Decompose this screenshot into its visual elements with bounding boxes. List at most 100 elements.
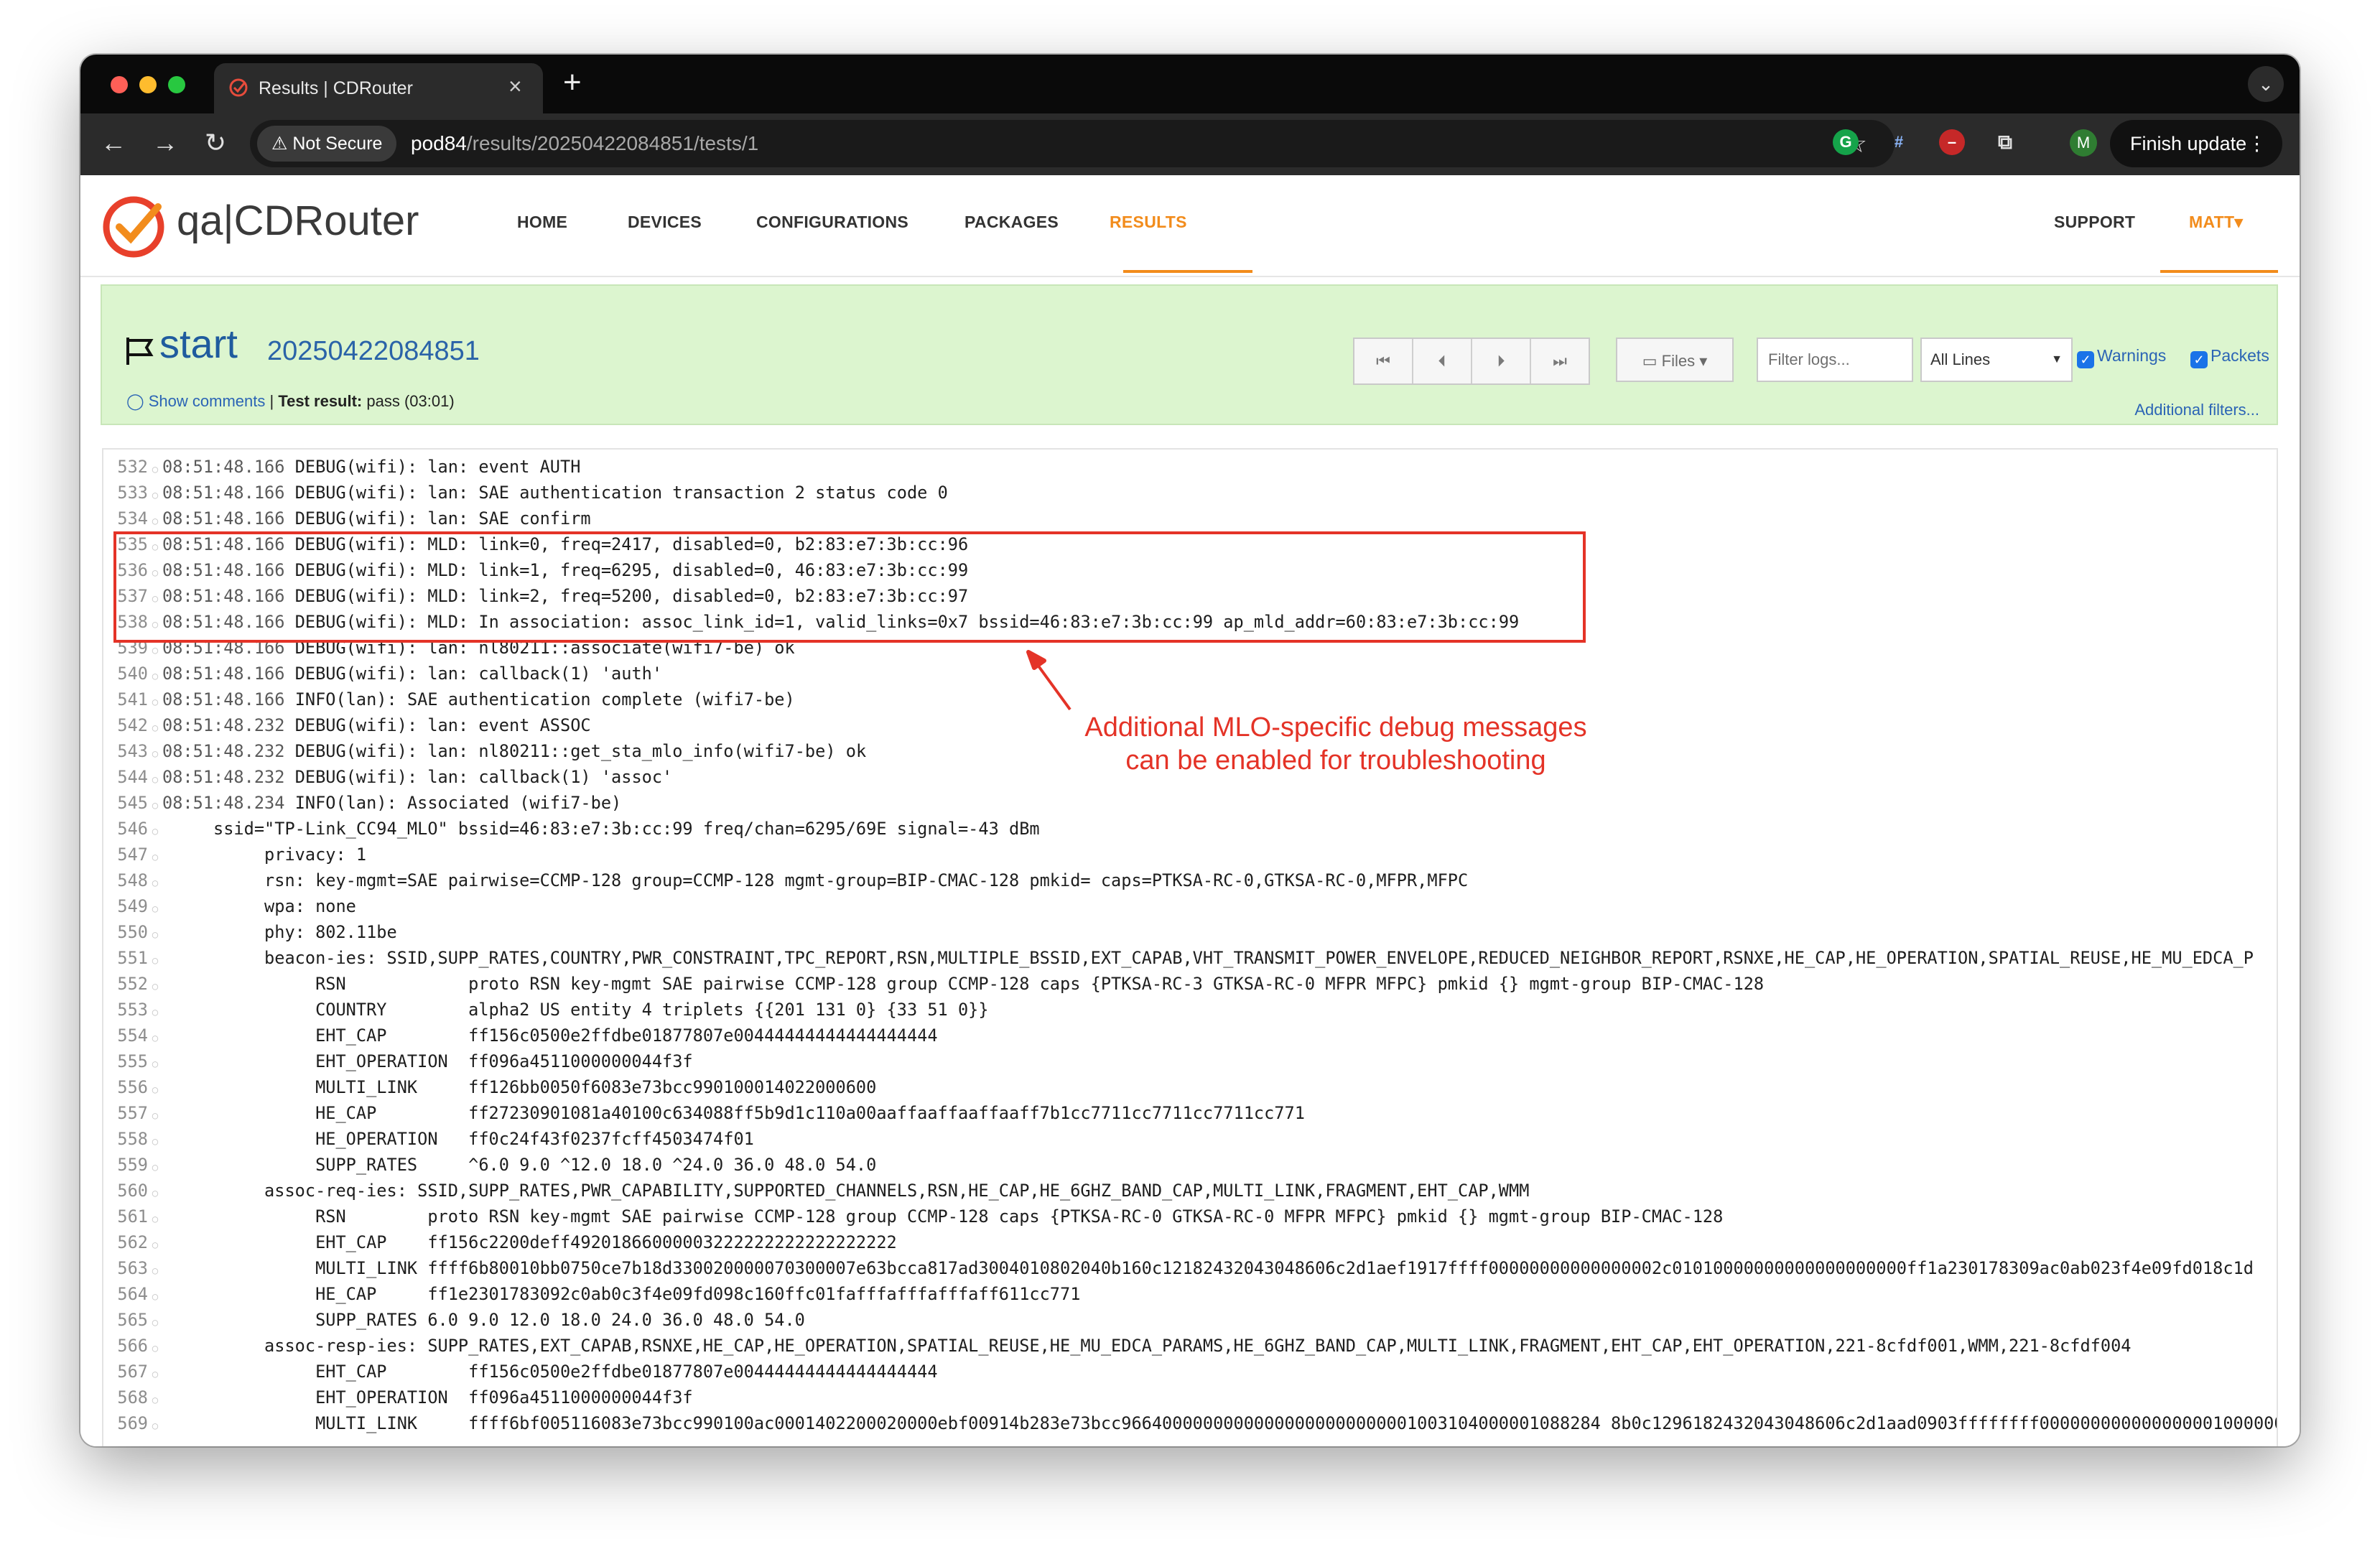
line-number[interactable]: 549: [103, 893, 148, 919]
line-number[interactable]: 546: [103, 816, 148, 842]
show-comments-link[interactable]: ◯ Show comments: [126, 392, 265, 410]
blocker-extension-icon[interactable]: –: [1939, 129, 1965, 155]
show-comments-label: Show comments: [148, 392, 266, 410]
url-host: pod84: [411, 132, 467, 154]
line-number[interactable]: 564: [103, 1281, 148, 1307]
line-number[interactable]: 553: [103, 997, 148, 1023]
user-nav-underline: [2160, 270, 2278, 273]
more-menu-icon[interactable]: ⋮: [2247, 120, 2267, 167]
line-number[interactable]: 557: [103, 1100, 148, 1126]
line-number[interactable]: 543: [103, 738, 148, 764]
line-number[interactable]: 533: [103, 480, 148, 506]
log-message: assoc-resp-ies: SUPP_RATES,EXT_CAPAB,RSN…: [162, 1336, 2132, 1356]
line-number[interactable]: 552: [103, 971, 148, 997]
log-navigation-group: ⏮ ⏴ ⏵ ⏭: [1353, 338, 1590, 385]
line-number[interactable]: 540: [103, 661, 148, 687]
last-page-icon[interactable]: ⏭: [1531, 339, 1589, 383]
line-number[interactable]: 542: [103, 712, 148, 738]
line-marker-icon: ○: [152, 1033, 159, 1044]
line-marker-icon: ○: [152, 1239, 159, 1251]
line-number[interactable]: 562: [103, 1229, 148, 1255]
line-number[interactable]: 560: [103, 1178, 148, 1204]
line-marker-icon: ○: [152, 1395, 159, 1406]
cdrouter-logo-icon[interactable]: [101, 191, 169, 260]
line-number[interactable]: 555: [103, 1048, 148, 1074]
folder-icon: ▭: [1642, 352, 1662, 370]
line-marker-icon: ○: [152, 1007, 159, 1018]
url-text[interactable]: pod84/results/20250422084851/tests/1: [411, 132, 758, 155]
line-number[interactable]: 567: [103, 1359, 148, 1385]
line-number[interactable]: 568: [103, 1385, 148, 1410]
line-number[interactable]: 556: [103, 1074, 148, 1100]
tab-search-chevron-icon[interactable]: ⌄: [2248, 66, 2284, 102]
log-message: wpa: none: [162, 896, 356, 916]
files-dropdown-button[interactable]: ▭ Files ▾: [1616, 338, 1734, 382]
line-number[interactable]: 532: [103, 454, 148, 480]
line-number[interactable]: 547: [103, 842, 148, 867]
log-message: DEBUG(wifi): lan: SAE authentication tra…: [294, 483, 948, 503]
line-number[interactable]: 548: [103, 867, 148, 893]
nav-results[interactable]: RESULTS: [1110, 213, 1187, 232]
first-page-icon[interactable]: ⏮: [1354, 339, 1413, 383]
line-number[interactable]: 534: [103, 506, 148, 531]
user-menu[interactable]: MATT▾: [2189, 213, 2243, 232]
forward-arrow-icon[interactable]: →: [149, 128, 181, 158]
lines-select[interactable]: All Lines ▼: [1920, 338, 2073, 382]
warnings-checkbox[interactable]: ✓ Warnings: [2077, 346, 2166, 368]
line-number[interactable]: 559: [103, 1152, 148, 1178]
minimize-window-button[interactable]: [139, 76, 157, 93]
hash-extension-icon[interactable]: #: [1886, 129, 1912, 155]
line-number[interactable]: 550: [103, 919, 148, 945]
nav-packages[interactable]: PACKAGES: [964, 213, 1059, 232]
extensions-puzzle-icon[interactable]: ⧉: [1992, 129, 2018, 155]
line-number[interactable]: 554: [103, 1023, 148, 1048]
logo-text[interactable]: qa|CDRouter: [177, 197, 419, 245]
maximize-window-button[interactable]: [168, 76, 185, 93]
line-marker-icon: ○: [152, 1317, 159, 1329]
line-number[interactable]: 565: [103, 1307, 148, 1333]
nav-home[interactable]: HOME: [517, 213, 567, 232]
nav-devices[interactable]: DEVICES: [628, 213, 702, 232]
line-number[interactable]: 563: [103, 1255, 148, 1281]
line-number[interactable]: 541: [103, 687, 148, 712]
log-line: 543 ○ 08:51:48.232 DEBUG(wifi): lan: nl802…: [103, 738, 866, 764]
line-number[interactable]: 566: [103, 1333, 148, 1359]
tab-close-icon[interactable]: ×: [508, 73, 522, 100]
finish-update-button[interactable]: Finish update ⋮: [2110, 120, 2282, 167]
filter-logs-input[interactable]: [1757, 338, 1913, 382]
line-marker-icon: ○: [152, 1265, 159, 1277]
line-marker-icon: ○: [152, 671, 159, 682]
grammarly-extension-icon[interactable]: G: [1833, 129, 1859, 155]
back-arrow-icon[interactable]: ←: [98, 128, 129, 158]
line-number[interactable]: 544: [103, 764, 148, 790]
line-number[interactable]: 558: [103, 1126, 148, 1152]
log-line: 550 ○ phy: 802.11be: [103, 919, 396, 945]
new-tab-button[interactable]: +: [563, 65, 582, 101]
url-path: /results/20250422084851/tests/1: [466, 132, 759, 154]
previous-page-icon[interactable]: ⏴: [1413, 339, 1472, 383]
checkmark-icon: ✓: [2190, 351, 2208, 368]
line-number[interactable]: 551: [103, 945, 148, 971]
additional-filters-link[interactable]: Additional filters...: [2134, 401, 2259, 419]
log-message: EHT_OPERATION ff096a4511000000044f3f: [162, 1387, 693, 1408]
close-window-button[interactable]: [111, 76, 128, 93]
reload-icon[interactable]: ↻: [200, 128, 231, 158]
line-number[interactable]: 561: [103, 1204, 148, 1229]
next-page-icon[interactable]: ⏵: [1472, 339, 1531, 383]
line-number[interactable]: 545: [103, 790, 148, 816]
address-bar[interactable]: ⚠ Not Secure pod84/results/2025042208485…: [250, 120, 1895, 167]
not-secure-chip[interactable]: ⚠ Not Secure: [257, 126, 397, 162]
profile-avatar[interactable]: M: [2070, 129, 2097, 157]
nav-support[interactable]: SUPPORT: [2054, 213, 2135, 232]
line-marker-icon: ○: [152, 1214, 159, 1225]
log-timestamp: 08:51:48.166: [162, 664, 285, 684]
packets-checkbox[interactable]: ✓ Packets: [2190, 346, 2269, 368]
line-marker-icon: ○: [152, 774, 159, 786]
browser-tab[interactable]: Results | CDRouter ×: [214, 63, 543, 113]
line-number[interactable]: 569: [103, 1410, 148, 1436]
log-message: EHT_OPERATION ff096a4511000000044f3f: [162, 1051, 693, 1071]
nav-configurations[interactable]: CONFIGURATIONS: [756, 213, 908, 232]
